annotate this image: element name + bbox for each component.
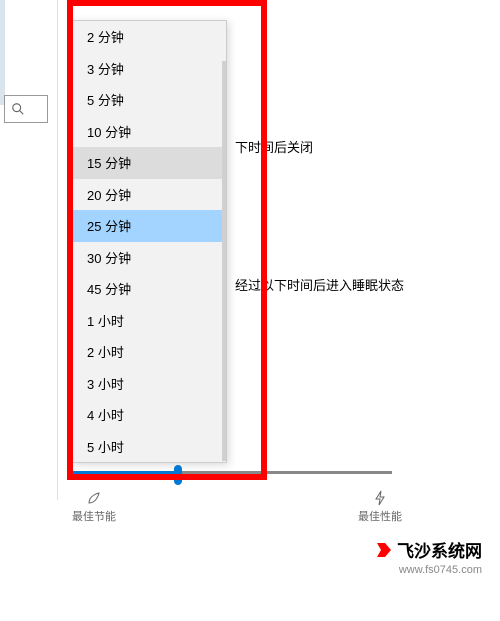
lightning-icon: [372, 490, 388, 506]
search-icon: [11, 102, 25, 116]
dropdown-item-label: 15 分钟: [87, 153, 131, 172]
dropdown-item-label: 10 分钟: [87, 122, 131, 141]
dropdown-item-label: 2 小时: [87, 342, 124, 361]
screen-off-label: 下时间后关闭: [235, 137, 313, 156]
dropdown-item[interactable]: 3 小时: [73, 368, 226, 400]
dropdown-item[interactable]: 30 分钟: [73, 242, 226, 274]
sleep-label: 经过以下时间后进入睡眠状态: [235, 275, 404, 294]
dropdown-item-label: 25 分钟: [87, 216, 131, 235]
watermark-url: www.fs0745.com: [399, 564, 482, 576]
dropdown-item[interactable]: 1 小时: [73, 305, 226, 337]
dropdown-item-label: 45 分钟: [87, 279, 131, 298]
time-dropdown[interactable]: 2 分钟 3 分钟 5 分钟 10 分钟 15 分钟 20 分钟 25 分钟 3…: [72, 20, 227, 463]
dropdown-item[interactable]: 2 小时: [73, 336, 226, 368]
dropdown-item[interactable]: 45 分钟: [73, 273, 226, 305]
slider-label-right: 最佳性能: [358, 490, 402, 524]
dropdown-item-label: 3 小时: [87, 374, 124, 393]
dropdown-item-label: 5 小时: [87, 437, 124, 456]
dropdown-item[interactable]: 25 分钟: [73, 210, 226, 242]
dropdown-item[interactable]: 3 分钟: [73, 53, 226, 85]
slider-right-text: 最佳性能: [358, 508, 402, 524]
search-box[interactable]: [4, 95, 48, 123]
dropdown-item-label: 5 分钟: [87, 90, 124, 109]
divider: [57, 0, 58, 500]
dropdown-item-label: 30 分钟: [87, 248, 131, 267]
dropdown-item[interactable]: 20 分钟: [73, 179, 226, 211]
watermark: 飞沙系统网 www.fs0745.com: [375, 537, 482, 576]
slider-thumb[interactable]: [174, 465, 182, 485]
dropdown-item[interactable]: 15 分钟: [73, 147, 226, 179]
slider-fill: [72, 471, 178, 474]
watermark-row: 飞沙系统网: [375, 537, 482, 562]
leaf-icon: [86, 490, 102, 506]
dropdown-item[interactable]: 2 分钟: [73, 21, 226, 53]
dropdown-item-label: 1 小时: [87, 311, 124, 330]
left-accent-bar: [0, 0, 5, 105]
dropdown-item[interactable]: 4 小时: [73, 399, 226, 431]
slider-labels: 最佳节能 最佳性能: [72, 490, 402, 524]
dropdown-item-label: 3 分钟: [87, 59, 124, 78]
dropdown-item-label: 20 分钟: [87, 185, 131, 204]
slider-left-text: 最佳节能: [72, 508, 116, 524]
dropdown-item[interactable]: 5 分钟: [73, 84, 226, 116]
dropdown-item[interactable]: 5 小时: [73, 431, 226, 463]
slider-label-left: 最佳节能: [72, 490, 116, 524]
dropdown-item[interactable]: 10 分钟: [73, 116, 226, 148]
power-slider[interactable]: [72, 463, 392, 493]
watermark-text: 飞沙系统网: [397, 537, 482, 562]
dropdown-item-label: 2 分钟: [87, 27, 124, 46]
dropdown-item-label: 4 小时: [87, 405, 124, 424]
watermark-logo-icon: [375, 541, 393, 559]
scrollbar[interactable]: [222, 61, 226, 461]
